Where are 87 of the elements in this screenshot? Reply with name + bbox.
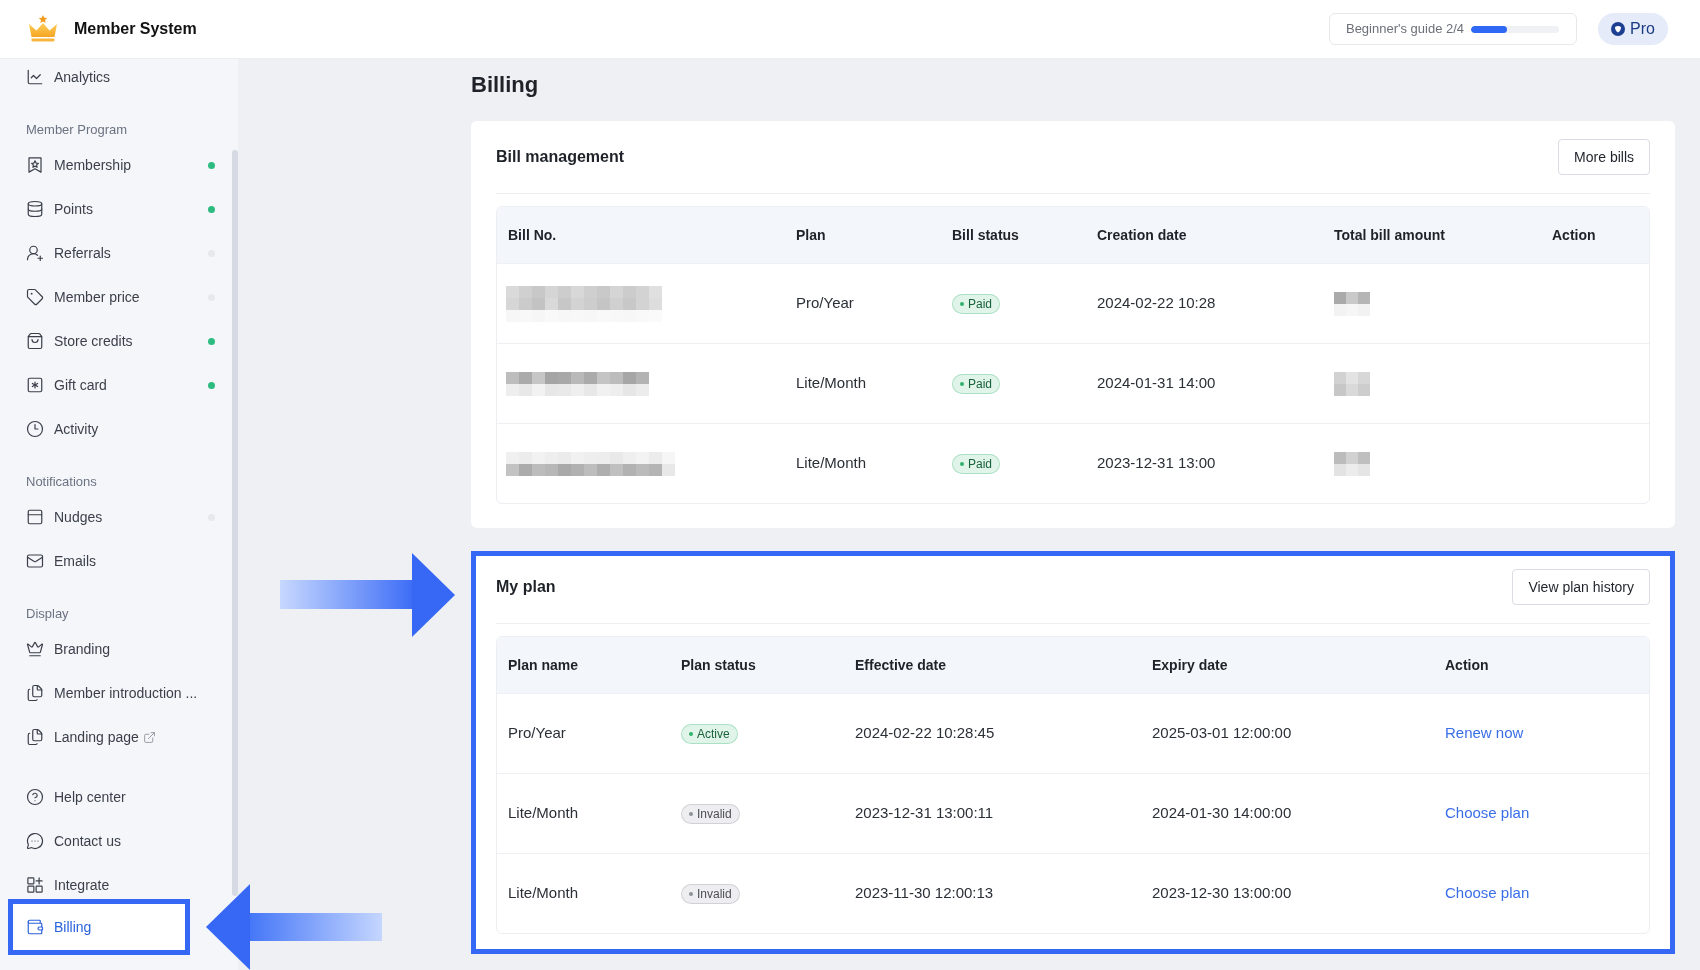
pixelated-redaction bbox=[1334, 291, 1370, 316]
sidebar-item[interactable]: Help center bbox=[0, 783, 232, 811]
coin-stack-icon bbox=[26, 200, 44, 218]
sidebar-item[interactable]: Member introduction ... bbox=[0, 679, 232, 707]
documents-icon bbox=[26, 684, 44, 702]
plan-action-link[interactable]: Renew now bbox=[1445, 722, 1524, 745]
table-cell-text: 2023-12-31 13:00 bbox=[1097, 453, 1216, 474]
app-title: Member System bbox=[74, 19, 197, 39]
column-header: Plan name bbox=[508, 655, 579, 675]
status-label: Invalid bbox=[697, 885, 732, 903]
documents-icon bbox=[26, 728, 44, 746]
crown-logo bbox=[28, 15, 58, 43]
status-label: Paid bbox=[968, 375, 993, 393]
sidebar-item[interactable]: Referrals bbox=[0, 239, 232, 267]
asterisk-square-icon bbox=[26, 376, 44, 394]
table-cell-text: 2024-01-31 14:00 bbox=[1097, 373, 1216, 394]
shopping-bag-icon bbox=[26, 332, 44, 350]
chat-bubble-icon bbox=[26, 832, 44, 850]
plan-action-link[interactable]: Choose plan bbox=[1445, 802, 1530, 825]
add-user-icon bbox=[26, 244, 44, 262]
column-header: Creation date bbox=[1097, 225, 1187, 245]
column-header: Action bbox=[1552, 225, 1596, 245]
column-header: Effective date bbox=[855, 655, 947, 675]
guide-card[interactable]: Beginner's guide 2/4 bbox=[1328, 13, 1578, 45]
table-cell-text: 2023-11-30 12:00:13 bbox=[855, 883, 994, 904]
section-heading: Notifications bbox=[25, 473, 98, 492]
help-icon bbox=[26, 788, 44, 806]
sidebar-item[interactable]: Member price bbox=[0, 283, 232, 311]
sidebar-item[interactable]: Analytics bbox=[0, 63, 232, 91]
table-cell-text: 2024-01-30 14:00:00 bbox=[1152, 803, 1292, 824]
card-title: Bill management bbox=[496, 147, 625, 167]
card-action-button[interactable]: View plan history bbox=[1512, 569, 1650, 605]
sidebar-item[interactable]: Contact us bbox=[0, 827, 232, 855]
column-header: Expiry date bbox=[1152, 655, 1228, 675]
sidebar-item[interactable]: Store credits bbox=[0, 327, 232, 355]
crown-icon bbox=[26, 640, 44, 658]
sidebar-item[interactable]: Landing page bbox=[0, 723, 232, 751]
wallet-icon bbox=[26, 918, 44, 936]
card-title: My plan bbox=[496, 577, 556, 597]
sidebar-item[interactable]: Membership bbox=[0, 151, 232, 179]
column-header: Plan status bbox=[681, 655, 756, 675]
sidebar-item[interactable]: Gift card bbox=[0, 371, 232, 399]
sidebar-item[interactable]: Integrate bbox=[0, 871, 232, 899]
sidebar-item[interactable]: Points bbox=[0, 195, 232, 223]
section-heading: Member Program bbox=[25, 121, 129, 140]
pixelated-redaction bbox=[1334, 451, 1370, 476]
grid-plus-icon bbox=[26, 876, 44, 894]
sidebar-item[interactable]: Nudges bbox=[0, 503, 232, 531]
table-cell-text: Lite/Month bbox=[796, 453, 867, 474]
page-title: Billing bbox=[471, 70, 539, 99]
table-cell-text: 2025-03-01 12:00:00 bbox=[1152, 723, 1292, 744]
table-cell-text: 2023-12-30 13:00:00 bbox=[1152, 883, 1292, 904]
table-cell-text: Pro/Year bbox=[508, 723, 566, 744]
status-label: Paid bbox=[968, 455, 993, 473]
column-header: Bill No. bbox=[508, 225, 557, 245]
table-cell-text: Lite/Month bbox=[508, 883, 579, 904]
column-header: Bill status bbox=[952, 225, 1019, 245]
status-label: Invalid bbox=[697, 805, 732, 823]
table-cell-text: Pro/Year bbox=[796, 293, 854, 314]
column-header: Plan bbox=[796, 225, 826, 245]
sidebar-item[interactable]: Activity bbox=[0, 415, 232, 443]
table-cell-text: Lite/Month bbox=[508, 803, 579, 824]
pixelated-redaction bbox=[1334, 371, 1370, 396]
line-chart-icon bbox=[26, 68, 44, 86]
column-header: Action bbox=[1445, 655, 1489, 675]
status-label: Active bbox=[697, 725, 730, 743]
mail-icon bbox=[26, 552, 44, 570]
table-cell-text: Lite/Month bbox=[796, 373, 867, 394]
badge-icon bbox=[1611, 22, 1626, 36]
table-cell-text: 2024-02-22 10:28 bbox=[1097, 293, 1216, 314]
clock-icon bbox=[26, 420, 44, 438]
table-cell-text: 2024-02-22 10:28:45 bbox=[855, 723, 995, 744]
plan-action-link[interactable]: Choose plan bbox=[1445, 882, 1530, 905]
column-header: Total bill amount bbox=[1334, 225, 1445, 245]
sidebar-item[interactable]: Billing bbox=[13, 904, 185, 950]
plan-button[interactable]: Pro bbox=[1598, 13, 1668, 45]
tag-icon bbox=[26, 288, 44, 306]
window-panel-icon bbox=[26, 508, 44, 526]
scrollbar[interactable] bbox=[232, 150, 238, 896]
card-action-button[interactable]: More bills bbox=[1558, 139, 1650, 175]
sidebar-item[interactable]: Branding bbox=[0, 635, 232, 663]
ribbon-star-icon bbox=[26, 156, 44, 174]
guide-label: Beginner's guide 2/4 bbox=[1345, 20, 1465, 39]
status-label: Paid bbox=[968, 295, 993, 313]
section-heading: Display bbox=[25, 605, 70, 624]
table-cell-text: 2023-12-31 13:00:11 bbox=[855, 803, 994, 824]
sidebar-item[interactable]: Emails bbox=[0, 547, 232, 575]
